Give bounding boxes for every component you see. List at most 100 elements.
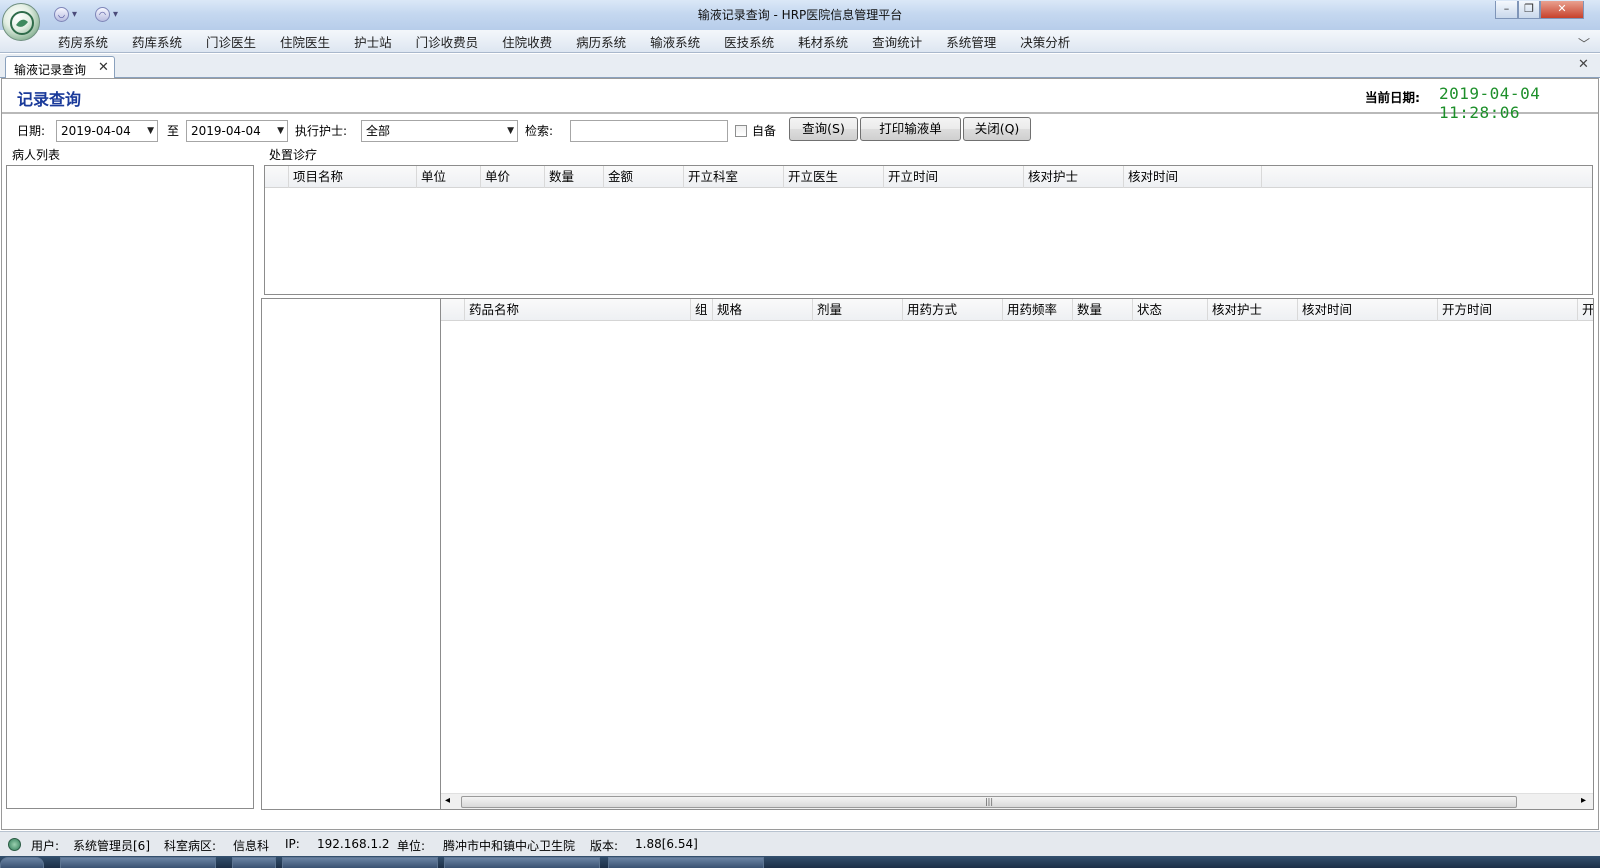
print-infusion-sheet-button[interactable]: 打印输液单 — [860, 117, 961, 141]
menu-bar: 药房系统 药库系统 门诊医生 住院医生 护士站 门诊收费员 住院收费 病历系统 … — [0, 30, 1600, 53]
title-bar: 输液记录查询 - HRP医院信息管理平台 ◡ ▾ ◠ ▾ – ❐ ✕ — [0, 0, 1600, 30]
menu-item-nurse-station[interactable]: 护士站 — [342, 30, 404, 53]
menu-item-outpatient-doctor[interactable]: 门诊医生 — [194, 30, 268, 53]
column-header[interactable]: 核对护士 — [1208, 299, 1298, 321]
scrollbar-thumb[interactable]: ||| — [461, 796, 1517, 808]
column-header[interactable]: 状态 — [1133, 299, 1208, 321]
drug-grid-header: 药品名称 组 规格 剂量 用药方式 用药频率 数量 状态 核对护士 核对时间 开… — [441, 299, 1593, 321]
search-label: 检索: — [525, 124, 554, 138]
restore-button[interactable]: ❐ — [1518, 1, 1540, 19]
self-supply-label: 自备 — [752, 124, 777, 138]
treatment-grid[interactable]: 项目名称 单位 单价 数量 金额 开立科室 开立医生 开立时间 核对护士 核对时… — [264, 165, 1593, 295]
scroll-left-icon[interactable]: ◂ — [445, 795, 450, 806]
window-title: 输液记录查询 - HRP医院信息管理平台 — [697, 8, 903, 22]
column-header[interactable]: 单位 — [417, 166, 481, 188]
quick-access-icon: ◠ — [95, 6, 110, 22]
scrollbar-grip-icon: ||| — [984, 797, 994, 806]
taskbar-item[interactable] — [282, 857, 438, 868]
menu-item-inpatient-billing[interactable]: 住院收费 — [490, 30, 564, 53]
patient-list-panel[interactable] — [6, 165, 254, 809]
query-button[interactable]: 查询(S) — [789, 117, 858, 141]
taskbar-item[interactable] — [60, 857, 216, 868]
current-date-label: 当前日期: — [1365, 90, 1420, 105]
dropdown-arrow-icon: ▼ — [147, 126, 154, 136]
column-header[interactable]: 数量 — [1073, 299, 1133, 321]
treatment-title: 处置诊疗 — [267, 146, 320, 163]
nurse-select-value: 全部 — [366, 124, 391, 138]
main-content: 记录查询 当前日期: 2019-04-04 11:28:06 日期: 2019-… — [1, 78, 1599, 830]
column-header[interactable]: 开 — [1578, 299, 1593, 321]
column-header[interactable]: 数量 — [545, 166, 604, 188]
tab-close-icon[interactable]: ✕ — [98, 60, 109, 75]
menu-item-consumables[interactable]: 耗材系统 — [786, 30, 860, 53]
menu-item-medical-records[interactable]: 病历系统 — [564, 30, 638, 53]
quick-access-button-2[interactable]: ◠ ▾ — [95, 6, 118, 22]
column-header[interactable]: 开立科室 — [684, 166, 784, 188]
unit-label: 单位: — [397, 839, 426, 853]
menu-item-inpatient-doctor[interactable]: 住院医生 — [268, 30, 342, 53]
version-label: 版本: — [590, 839, 619, 853]
column-header[interactable]: 规格 — [713, 299, 813, 321]
close-button[interactable]: 关闭(Q) — [963, 117, 1031, 141]
column-header[interactable]: 开方时间 — [1438, 299, 1578, 321]
search-input[interactable] — [570, 120, 728, 142]
minimize-button[interactable]: – — [1495, 1, 1518, 19]
app-logo-icon[interactable] — [2, 3, 40, 41]
date-to-picker[interactable]: 2019-04-04 ▼ — [186, 120, 288, 142]
status-app-icon — [8, 838, 21, 851]
menu-item-pharmacy[interactable]: 药房系统 — [46, 30, 120, 53]
column-header[interactable]: 用药方式 — [903, 299, 1003, 321]
menu-items: 药房系统 药库系统 门诊医生 住院医生 护士站 门诊收费员 住院收费 病历系统 … — [46, 30, 1082, 53]
date-from-value: 2019-04-04 — [61, 124, 131, 138]
column-header[interactable]: 项目名称 — [289, 166, 417, 188]
taskbar-item[interactable] — [444, 857, 600, 868]
tab-infusion-record-query[interactable]: 输液记录查询 ✕ — [5, 56, 115, 79]
column-header[interactable]: 金额 — [604, 166, 684, 188]
nurse-select[interactable]: 全部 ▼ — [361, 120, 518, 142]
user-value: 系统管理员[6] — [73, 839, 150, 853]
quick-access-icon: ◡ — [54, 6, 69, 22]
close-icon: ✕ — [1557, 2, 1567, 15]
horizontal-scrollbar[interactable]: ◂ ||| ▸ — [441, 793, 1593, 809]
column-header[interactable]: 开立医生 — [784, 166, 884, 188]
scroll-right-icon[interactable]: ▸ — [1581, 795, 1586, 806]
menu-item-outpatient-cashier[interactable]: 门诊收费员 — [404, 30, 491, 53]
column-header[interactable]: 剂量 — [813, 299, 903, 321]
app-logo-graphic — [10, 11, 34, 35]
unit-value: 腾冲市中和镇中心卫生院 — [443, 839, 576, 853]
start-button[interactable] — [0, 857, 44, 868]
menu-item-decision-analysis[interactable]: 决策分析 — [1008, 30, 1082, 53]
date-from-picker[interactable]: 2019-04-04 ▼ — [56, 120, 158, 142]
close-all-tabs-icon[interactable]: ✕ — [1578, 57, 1589, 72]
column-header[interactable]: 开立时间 — [884, 166, 1024, 188]
taskbar-item[interactable] — [608, 857, 764, 868]
chevron-down-icon[interactable]: ﹀ — [1578, 35, 1590, 52]
self-supply-checkbox[interactable] — [735, 125, 747, 137]
menu-item-query-stats[interactable]: 查询统计 — [860, 30, 934, 53]
row-header-column — [441, 299, 465, 321]
column-header[interactable]: 单价 — [481, 166, 545, 188]
menu-item-infusion[interactable]: 输液系统 — [638, 30, 712, 53]
quick-access-button-1[interactable]: ◡ ▾ — [54, 6, 77, 22]
nurse-label: 执行护士: — [295, 124, 348, 138]
menu-item-medical-tech[interactable]: 医技系统 — [712, 30, 786, 53]
dropdown-arrow-icon: ▼ — [277, 126, 284, 136]
column-header[interactable]: 核对时间 — [1298, 299, 1438, 321]
restore-icon: ❐ — [1524, 2, 1534, 15]
status-bar: 用户: 系统管理员[6] 科室病区: 信息科 IP: 192.168.1.2 单… — [0, 831, 1600, 856]
treatment-grid-header: 项目名称 单位 单价 数量 金额 开立科室 开立医生 开立时间 核对护士 核对时… — [265, 166, 1592, 188]
column-header[interactable]: 组 — [691, 299, 713, 321]
drug-grid[interactable]: 药品名称 组 规格 剂量 用药方式 用药频率 数量 状态 核对护士 核对时间 开… — [440, 298, 1594, 810]
taskbar-item[interactable] — [232, 857, 276, 868]
row-header-column — [265, 166, 289, 188]
column-header[interactable]: 核对护士 — [1024, 166, 1124, 188]
dropdown-arrow-icon: ▼ — [507, 126, 514, 136]
menu-item-drug-storage[interactable]: 药库系统 — [120, 30, 194, 53]
menu-item-system-admin[interactable]: 系统管理 — [934, 30, 1008, 53]
column-header[interactable]: 核对时间 — [1124, 166, 1262, 188]
prescription-group-list[interactable] — [261, 298, 441, 810]
close-window-button[interactable]: ✕ — [1540, 1, 1584, 19]
column-header[interactable]: 药品名称 — [465, 299, 691, 321]
tab-label: 输液记录查询 — [14, 63, 87, 77]
column-header[interactable]: 用药频率 — [1003, 299, 1073, 321]
